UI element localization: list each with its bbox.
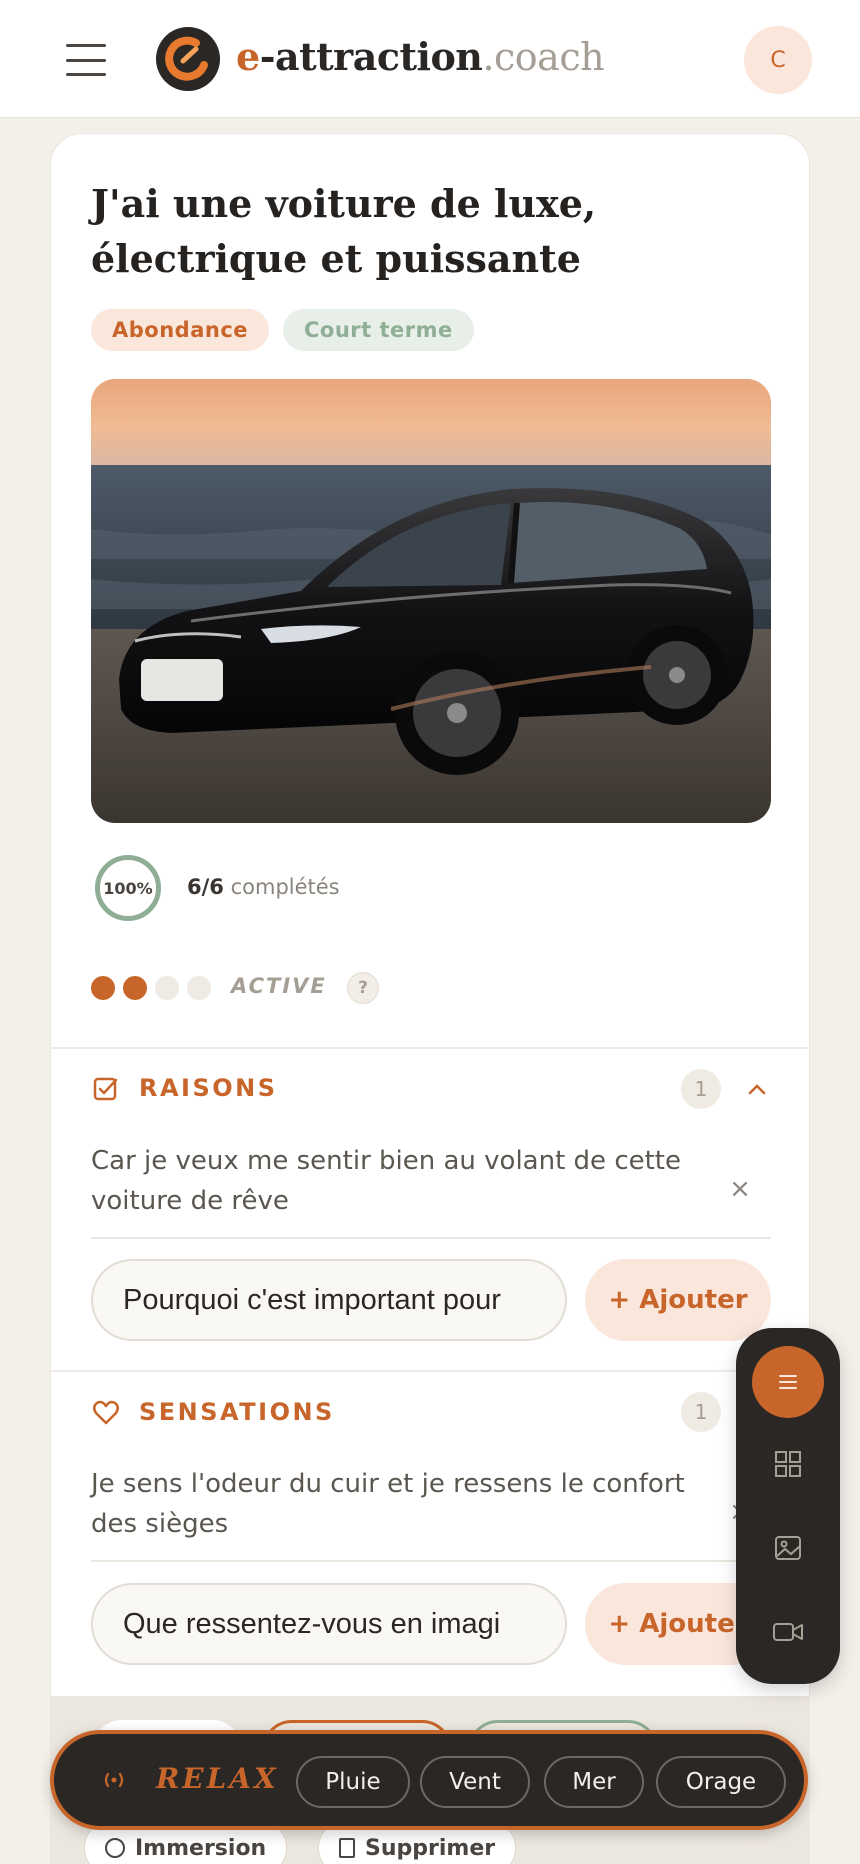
brand-e: e bbox=[236, 34, 260, 79]
sound-orage-button[interactable]: Orage bbox=[656, 1756, 786, 1808]
help-button[interactable]: ? bbox=[347, 972, 379, 1004]
sensations-entry: Je sens l'odeur du cuir et je ressens le… bbox=[91, 1469, 685, 1539]
sensations-count-badge: 1 bbox=[681, 1392, 721, 1432]
list-icon[interactable] bbox=[752, 1346, 824, 1418]
sound-pluie-button[interactable]: Pluie bbox=[296, 1756, 410, 1808]
goal-title: J'ai une voiture de luxe, électrique et … bbox=[91, 181, 597, 281]
brand-suffix: .coach bbox=[482, 35, 605, 79]
entry-separator bbox=[91, 1237, 771, 1239]
brand-main: -attraction bbox=[259, 34, 483, 79]
progress-ring: 100% bbox=[95, 855, 161, 921]
tag-court-terme: Court terme bbox=[283, 309, 474, 351]
entry-separator bbox=[91, 1560, 771, 1562]
sound-vent-button[interactable]: Vent bbox=[420, 1756, 530, 1808]
trash-icon bbox=[339, 1838, 355, 1858]
section-divider bbox=[51, 1047, 811, 1049]
remove-raison-icon[interactable]: × bbox=[725, 1174, 755, 1204]
relax-label: RELAX bbox=[156, 1762, 279, 1795]
progress-suffix: complétés bbox=[230, 875, 340, 899]
goal-hero-image bbox=[91, 379, 771, 823]
section-title-raisons[interactable]: RAISONS bbox=[139, 1074, 278, 1102]
goal-card: J'ai une voiture de luxe, électrique et … bbox=[50, 133, 811, 1864]
raisons-count-badge: 1 bbox=[681, 1069, 721, 1109]
side-dock bbox=[736, 1328, 840, 1684]
section-title-sensations[interactable]: SENSATIONS bbox=[139, 1398, 335, 1426]
sound-mer-button[interactable]: Mer bbox=[544, 1756, 644, 1808]
add-raison-button[interactable]: + Ajouter bbox=[585, 1259, 771, 1341]
sound-wave-icon bbox=[104, 1772, 124, 1788]
user-avatar[interactable]: C bbox=[744, 26, 812, 94]
checkbox-icon bbox=[93, 1077, 118, 1101]
heart-icon bbox=[93, 1400, 119, 1425]
progress-count: 6/6 bbox=[187, 875, 224, 899]
brand-wordmark[interactable]: e-attraction.coach bbox=[236, 34, 605, 79]
grid-icon[interactable] bbox=[768, 1444, 808, 1484]
target-icon bbox=[105, 1838, 125, 1858]
hamburger-menu-icon[interactable] bbox=[66, 44, 106, 76]
delete-label: Supprimer bbox=[365, 1835, 496, 1861]
progress-text: 6/6 complétés bbox=[187, 875, 340, 899]
relax-sound-bar: RELAX Pluie Vent Mer Orage bbox=[50, 1730, 808, 1830]
status-dot-3[interactable] bbox=[155, 976, 179, 1000]
sensations-input[interactable] bbox=[91, 1583, 567, 1665]
immersion-label: Immersion bbox=[135, 1835, 267, 1861]
top-bar: e-attraction.coach C bbox=[0, 0, 860, 118]
status-dot-1[interactable] bbox=[91, 976, 115, 1000]
status-dot-4[interactable] bbox=[187, 976, 211, 1000]
chevron-up-icon[interactable] bbox=[743, 1076, 771, 1104]
brand-logo-icon bbox=[156, 27, 220, 91]
status-dot-2[interactable] bbox=[123, 976, 147, 1000]
raisons-entry: Car je veux me sentir bien au volant de … bbox=[91, 1146, 681, 1216]
section-divider bbox=[51, 1370, 811, 1372]
video-icon[interactable] bbox=[768, 1612, 808, 1652]
tag-abondance: Abondance bbox=[91, 309, 270, 351]
raisons-input[interactable] bbox=[91, 1259, 567, 1341]
image-icon[interactable] bbox=[768, 1528, 808, 1568]
status-label: ACTIVE bbox=[231, 974, 327, 998]
